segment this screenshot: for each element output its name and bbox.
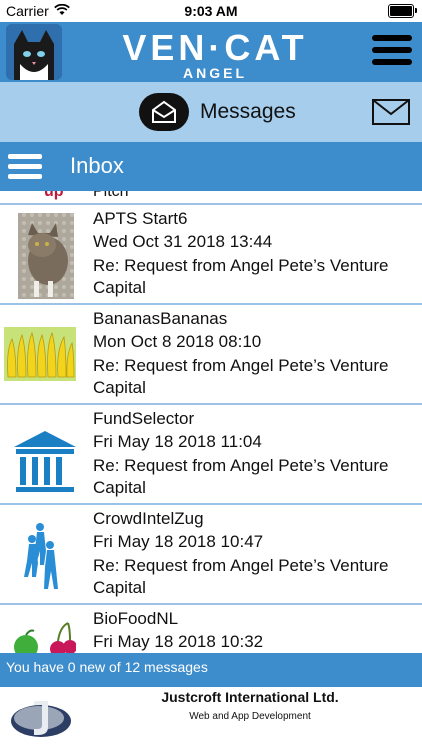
list-item-name: BioFoodNL: [93, 609, 179, 628]
inbox-header: Inbox: [0, 142, 422, 191]
list-item-name: Pitch: [93, 191, 129, 200]
messages-label: Messages: [200, 100, 296, 123]
menu-line-icon: [8, 164, 42, 169]
inbox-menu-button[interactable]: [8, 154, 42, 184]
main-menu-button[interactable]: [372, 35, 412, 69]
list-item-date: Wed Oct 31 2018 13:44: [93, 232, 273, 251]
open-envelope-icon: [152, 100, 176, 123]
inbox-title: Inbox: [70, 153, 124, 178]
company-name: Justcroft International Ltd.: [161, 689, 339, 705]
list-item-date: Fri May 18 2018 10:47: [93, 532, 264, 551]
list-item-subject: Re: Request from Angel Pete’s Venture Ca…: [93, 256, 389, 297]
list-item-subject: Re: Request from Angel Pete’s Venture Ca…: [93, 556, 389, 597]
list-item-name: FundSelector: [93, 409, 195, 428]
cat-photo-icon: [4, 211, 76, 299]
list-item-date: Fri May 18 2018 11:04: [93, 432, 262, 451]
list-item[interactable]: BioFoodNL Fri May 18 2018 10:32: [0, 603, 422, 653]
menu-line-icon: [8, 154, 42, 159]
menu-bar-icon: [372, 47, 412, 53]
list-item[interactable]: CrowdIntelZug Fri May 18 2018 10:47 Re: …: [0, 503, 422, 605]
message-count-bar: You have 0 new of 12 messages: [0, 653, 422, 687]
clock: 9:03 AM: [184, 3, 238, 19]
messages-button[interactable]: [139, 93, 189, 131]
menu-line-icon: [8, 174, 42, 179]
justcroft-logo-icon: [8, 697, 74, 746]
message-list[interactable]: up Pitch APTS Start6 Wed Oct 31 2018 13:…: [0, 191, 422, 653]
compose-mail-button[interactable]: [372, 99, 410, 130]
company-tagline: Web and App Development: [189, 711, 311, 722]
menu-bar-icon: [372, 35, 412, 41]
crowd-icon: [4, 511, 76, 599]
brand-header: VEN·CAT ANGEL: [0, 22, 422, 82]
developer-credit: Justcroft International Ltd. Web and App…: [0, 687, 422, 750]
list-item-subject: Re: Request from Angel Pete’s Venture Ca…: [93, 356, 389, 397]
list-item-date: Mon Oct 8 2018 08:10: [93, 332, 262, 351]
messages-bar: Messages: [0, 82, 422, 142]
list-item-partial[interactable]: up Pitch: [0, 191, 422, 203]
menu-bar-icon: [372, 59, 412, 65]
status-bar: Carrier 9:03 AM: [0, 0, 422, 22]
list-item-subject: Re: Request from Angel Pete’s Venture Ca…: [93, 456, 389, 497]
fruit-icon: [4, 611, 77, 653]
cat-logo-icon[interactable]: [6, 24, 62, 80]
list-item-name: CrowdIntelZug: [93, 509, 204, 528]
list-item[interactable]: BananasBananas Mon Oct 8 2018 08:10 Re: …: [0, 303, 422, 405]
brand-wordmark: VEN·CAT: [122, 27, 308, 68]
bank-icon: [4, 411, 76, 499]
brand-subword: ANGEL: [183, 65, 247, 81]
list-item[interactable]: FundSelector Fri May 18 2018 11:04 Re: R…: [0, 403, 422, 505]
list-item-name: APTS Start6: [93, 209, 188, 228]
pitch-logo-icon: up: [44, 191, 64, 200]
list-item-name: BananasBananas: [93, 309, 228, 328]
bananas-photo-icon: [4, 311, 76, 399]
list-item[interactable]: APTS Start6 Wed Oct 31 2018 13:44 Re: Re…: [0, 203, 422, 305]
battery-icon: [388, 4, 417, 18]
list-item-date: Fri May 18 2018 10:32: [93, 632, 264, 651]
message-count-text: You have 0 new of 12 messages: [6, 659, 208, 675]
envelope-icon: [372, 99, 410, 125]
